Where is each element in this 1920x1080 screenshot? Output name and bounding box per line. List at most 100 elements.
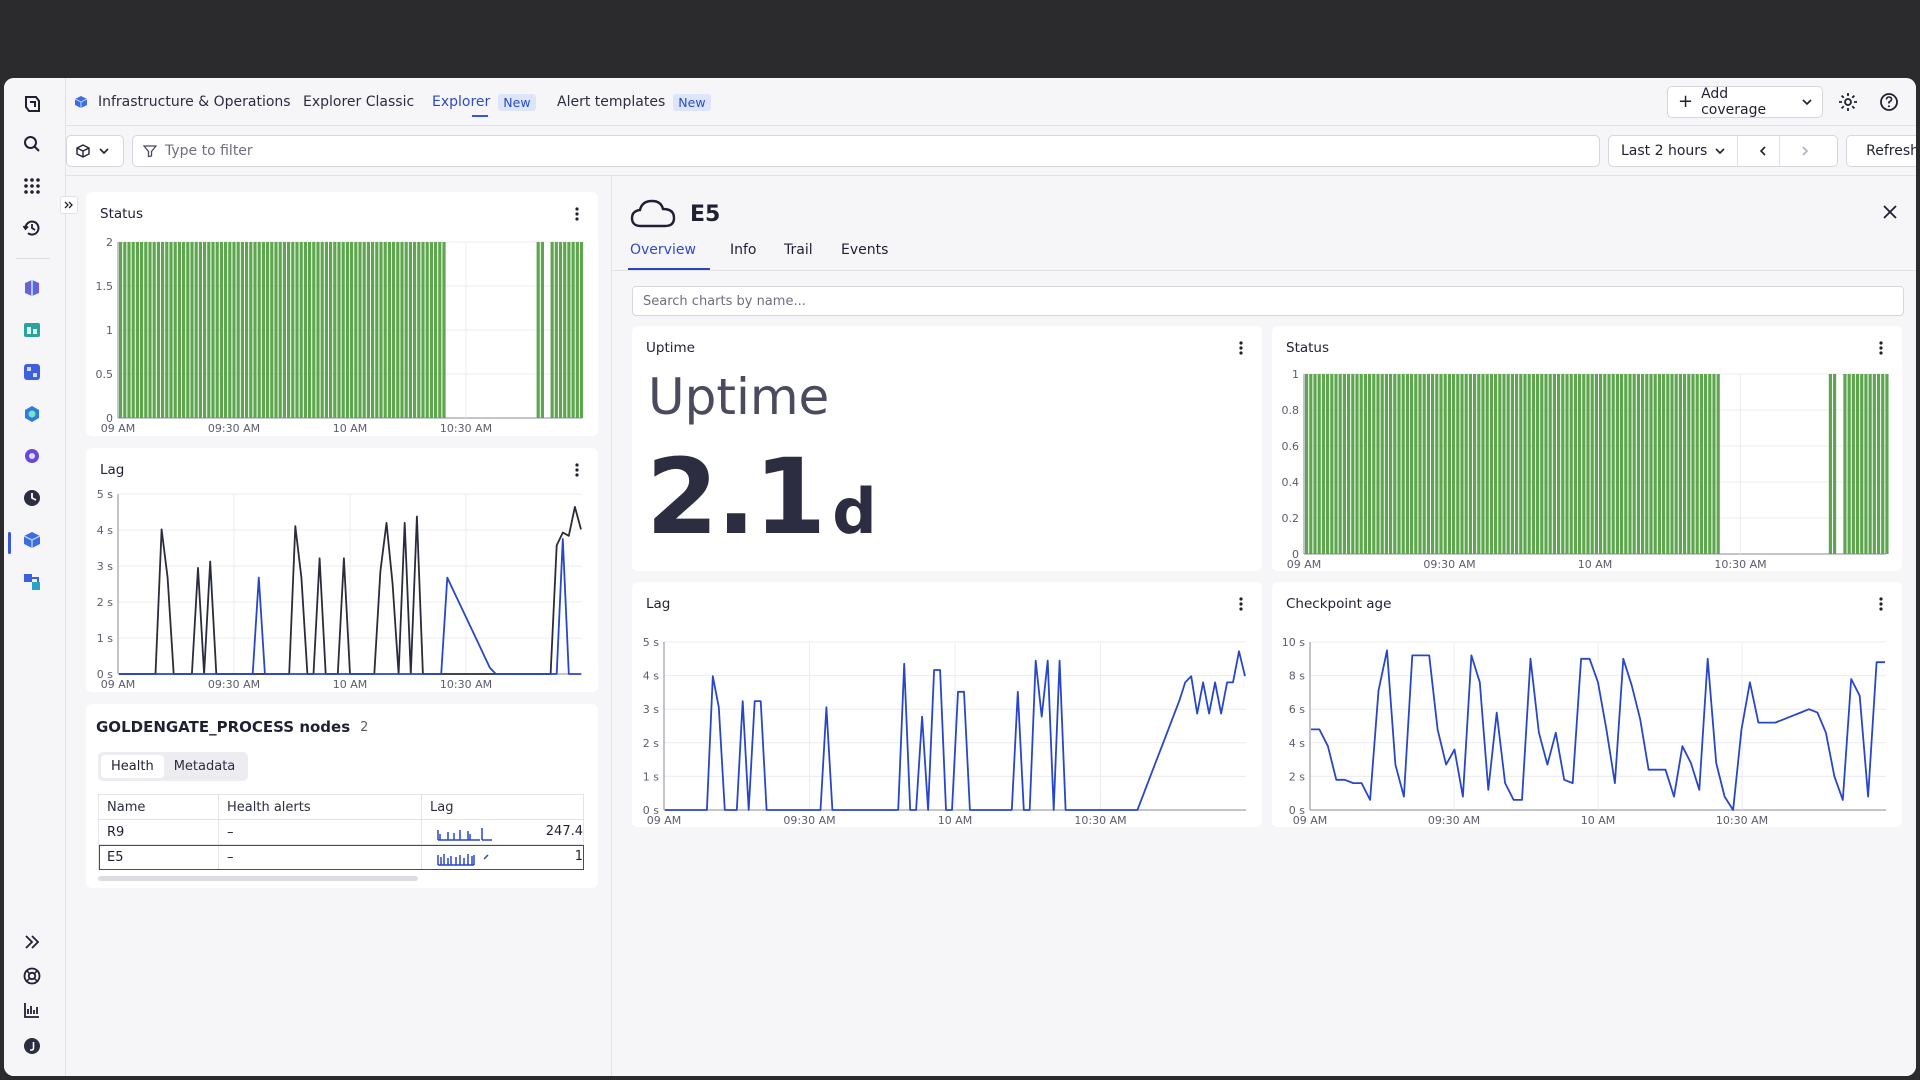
timeframe-next-button[interactable] — [1788, 136, 1822, 166]
app-title[interactable]: Infrastructure & Operations — [74, 78, 291, 126]
column-header-health-alerts[interactable]: Health alerts — [218, 794, 422, 820]
status-bar — [1624, 374, 1628, 554]
status-bar — [232, 242, 236, 418]
status-bar — [211, 242, 215, 418]
support-icon[interactable] — [18, 962, 46, 990]
y-tick-label: 0.4 — [1282, 476, 1300, 489]
tab-trail[interactable]: Trail — [784, 242, 813, 258]
app-kubernetes-icon[interactable] — [18, 274, 46, 302]
entity-type-picker[interactable] — [66, 135, 124, 167]
infrastructure-app-icon — [74, 96, 88, 108]
app-clock-icon[interactable] — [18, 484, 46, 512]
double-chevron-right-icon — [64, 201, 73, 209]
chevron-down-icon — [1802, 99, 1812, 106]
search-icon[interactable] — [18, 130, 46, 158]
status-bar — [253, 242, 257, 418]
app-logs-icon[interactable] — [18, 442, 46, 470]
status-bar — [1305, 374, 1309, 554]
status-bar — [291, 242, 295, 418]
app-title-label: Infrastructure & Operations — [98, 94, 291, 110]
nav-alert-templates[interactable]: Alert templates New — [557, 78, 711, 126]
status-bar — [1695, 374, 1699, 554]
status-bar — [1548, 374, 1552, 554]
status-bar — [571, 242, 575, 418]
row-name[interactable]: E5 — [98, 844, 219, 870]
tab-metadata[interactable]: Metadata — [164, 755, 246, 778]
status-bar — [354, 242, 358, 418]
status-bar — [148, 242, 152, 418]
plus-icon: + — [1678, 91, 1694, 112]
chevron-down-icon — [99, 148, 109, 155]
status-bar — [329, 242, 333, 418]
apps-grid-icon[interactable] — [18, 172, 46, 200]
chart-search-placeholder: Search charts by name... — [643, 293, 806, 309]
nav-explorer[interactable]: Explorer New — [432, 78, 536, 126]
status-bar — [438, 242, 442, 418]
table-row-selected[interactable]: E5 – 1 — [98, 844, 584, 870]
status-bar — [1868, 374, 1872, 554]
app-workflows-icon[interactable] — [18, 568, 46, 596]
status-bar — [413, 242, 417, 418]
help-icon[interactable] — [1878, 91, 1900, 113]
refresh-button[interactable]: Refresh — [1846, 135, 1916, 167]
history-icon[interactable] — [18, 214, 46, 242]
app-notebooks-icon[interactable] — [18, 358, 46, 386]
add-coverage-button[interactable]: + Add coverage — [1667, 86, 1823, 118]
row-health-alerts: – — [218, 819, 422, 845]
status-bar — [228, 242, 232, 418]
uptime-value-group: 2.1 d — [646, 436, 877, 558]
status-bar — [1498, 374, 1502, 554]
y-tick-label: 5 s — [97, 488, 113, 501]
tab-events[interactable]: Events — [841, 242, 888, 258]
expand-sidebar-button[interactable] — [60, 196, 78, 214]
status-bar — [1456, 374, 1460, 554]
chart-search-input[interactable]: Search charts by name... — [632, 286, 1904, 316]
status-bar — [1569, 374, 1573, 554]
status-bar — [261, 242, 265, 418]
user-avatar-icon[interactable] — [18, 1032, 46, 1060]
detail-status-card: Status 0 0.2 0.4 0.6 0.8 1 09 AM 09:30 AM 10 AM 1… — [1272, 326, 1902, 571]
settings-gear-icon[interactable] — [1837, 91, 1859, 113]
timeframe-group: Last 2 hours — [1608, 135, 1838, 167]
x-tick-label: 09:30 AM — [208, 422, 260, 435]
close-icon[interactable] — [1880, 202, 1900, 222]
status-bar — [1881, 374, 1885, 554]
nodes-header: GOLDENGATE_PROCESS nodes 2 — [96, 718, 368, 736]
horizontal-scrollbar[interactable] — [98, 876, 418, 881]
y-tick-label: 1 s — [97, 632, 113, 645]
timeframe-selector[interactable]: Last 2 hours — [1609, 136, 1739, 166]
status-bar — [375, 242, 379, 418]
status-bar — [1418, 374, 1422, 554]
app-infrastructure-icon[interactable] — [18, 526, 46, 554]
status-bar — [575, 242, 579, 418]
lag-sparkline — [437, 854, 489, 866]
usage-chart-icon[interactable] — [18, 996, 46, 1024]
expand-rail-icon[interactable] — [18, 928, 46, 956]
tab-health[interactable]: Health — [101, 755, 164, 778]
more-options-icon[interactable] — [1232, 338, 1250, 358]
table-row[interactable]: R9 – 247.4 — [98, 819, 584, 845]
x-tick-label: 10 AM — [333, 422, 368, 435]
row-name[interactable]: R9 — [98, 819, 219, 845]
y-tick-label: 1 — [106, 324, 113, 337]
tab-overview[interactable]: Overview — [630, 242, 696, 258]
app-services-icon[interactable] — [18, 400, 46, 428]
nav-explorer-classic[interactable]: Explorer Classic — [303, 78, 414, 126]
status-bar — [165, 242, 169, 418]
status-bar — [1678, 374, 1682, 554]
timeframe-previous-button[interactable] — [1746, 136, 1781, 166]
status-bar — [1699, 374, 1703, 554]
status-bar — [1313, 374, 1317, 554]
column-header-name[interactable]: Name — [98, 794, 219, 820]
status-bar — [333, 242, 337, 418]
filter-input[interactable]: Type to filter — [132, 135, 1600, 167]
dynatrace-logo-icon[interactable] — [18, 90, 46, 118]
status-bar — [1851, 374, 1855, 554]
status-bar — [1523, 374, 1527, 554]
column-header-lag[interactable]: Lag — [421, 794, 584, 820]
app-dashboards-icon[interactable] — [18, 316, 46, 344]
tab-info[interactable]: Info — [730, 242, 757, 258]
x-tick-label: 10 AM — [1578, 558, 1613, 571]
status-bar — [1519, 374, 1523, 554]
status-bar — [1670, 374, 1674, 554]
